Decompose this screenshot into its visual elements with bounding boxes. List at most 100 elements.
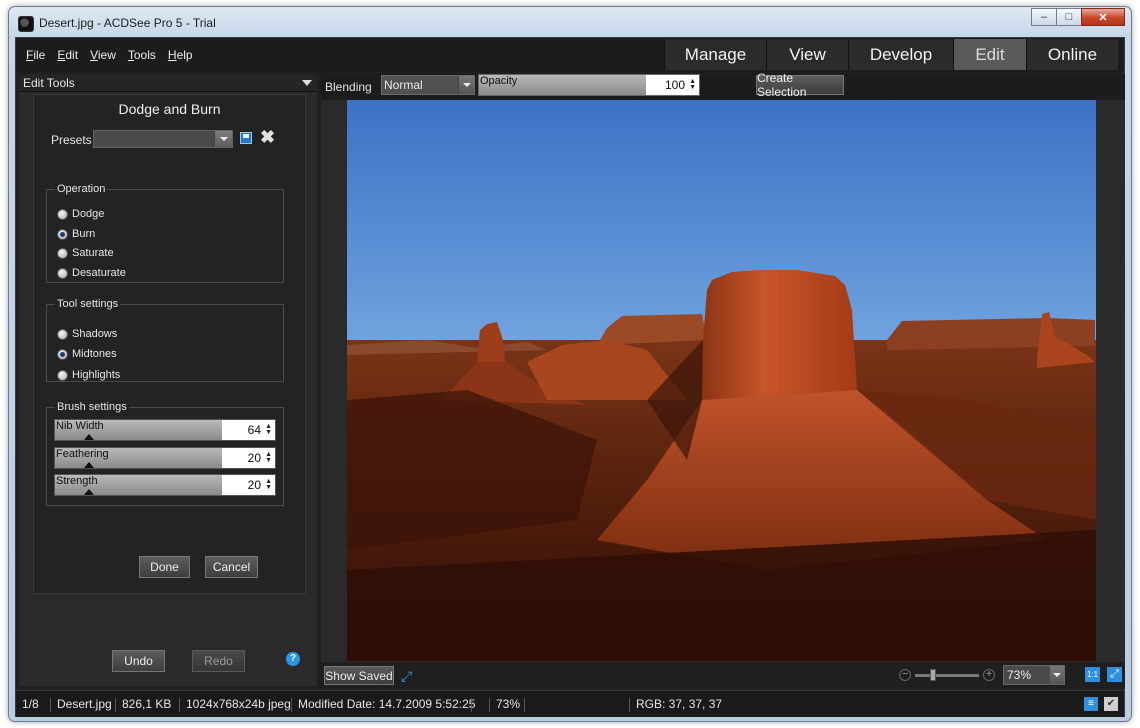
status-separator — [471, 698, 491, 712]
title-bar[interactable]: Desert.jpg - ACDSee Pro 5 - Trial – □ ✕ — [9, 7, 1131, 37]
tab-online[interactable]: Online — [1026, 39, 1118, 70]
radio-label: Highlights — [72, 369, 121, 381]
tool-title: Dodge and Burn — [118, 101, 221, 117]
tab-develop[interactable]: Develop — [848, 39, 953, 70]
acdsee-app-icon[interactable] — [18, 16, 34, 32]
presets-dropdown[interactable] — [93, 130, 233, 148]
menu-edit[interactable]: Edit — [57, 48, 78, 62]
menu-bar: File Edit View Tools Help Manage View De… — [16, 38, 1124, 72]
status-filesize: 826,1 KB — [115, 698, 171, 712]
spinner-icon[interactable]: ▲ ▼ — [265, 451, 272, 464]
tool-settings-group: Tool settings Shadows Midtones Highlight… — [46, 298, 284, 382]
radio-desaturate[interactable]: Desaturate — [57, 267, 126, 279]
cancel-button[interactable]: Cancel — [205, 556, 258, 578]
radio-button[interactable] — [57, 328, 68, 340]
zoom-value: 73% — [1007, 668, 1032, 682]
menu-file[interactable]: File — [26, 48, 45, 62]
menu-help[interactable]: Help — [168, 48, 193, 62]
tab-manage[interactable]: Manage — [664, 39, 766, 70]
opacity-slider[interactable]: Opacity 100 ▲ ▼ — [478, 74, 700, 96]
slider-knob[interactable] — [83, 462, 94, 468]
chevron-down-icon[interactable] — [1050, 666, 1064, 684]
expand-icon[interactable]: ⤢ — [401, 668, 412, 685]
blending-value: Normal — [384, 78, 423, 92]
radio-button[interactable] — [57, 348, 68, 360]
brush-settings-group: Brush settings Nib Width 64 ▲ ▼ Featherin… — [46, 401, 284, 506]
radio-label: Saturate — [72, 247, 114, 259]
status-rgb: RGB: 37, 37, 37 — [629, 698, 722, 712]
maximize-button[interactable]: □ — [1056, 8, 1082, 26]
menu-tools[interactable]: Tools — [128, 48, 156, 62]
radio-label: Burn — [72, 228, 96, 240]
radio-button[interactable] — [57, 369, 68, 381]
image-canvas[interactable] — [321, 100, 1125, 662]
zoom-slider-track[interactable] — [915, 674, 979, 677]
chevron-down-icon[interactable] — [214, 131, 232, 147]
canvas-bottom-bar: Show Saved ⤢ − + 73% 1:1 ⤢ — [321, 662, 1125, 688]
slider-label: Nib Width — [56, 420, 104, 432]
radio-midtones[interactable]: Midtones — [57, 348, 117, 360]
radio-dodge[interactable]: Dodge — [57, 208, 104, 220]
collapse-triangle-icon[interactable] — [302, 80, 312, 86]
zoom-in-icon[interactable]: + — [983, 669, 995, 681]
done-button[interactable]: Done — [139, 556, 190, 578]
show-saved-button[interactable]: Show Saved — [324, 666, 394, 685]
opacity-label: Opacity — [480, 75, 518, 87]
create-selection-button[interactable]: Create Selection — [756, 71, 844, 99]
chevron-down-icon[interactable] — [458, 76, 474, 94]
info-panel-icon[interactable]: ≡ — [1084, 697, 1098, 711]
tab-edit[interactable]: Edit — [953, 39, 1026, 70]
radio-burn[interactable]: Burn — [57, 228, 95, 240]
tab-view[interactable]: View — [766, 39, 848, 70]
operation-legend: Operation — [57, 183, 106, 195]
feathering-slider[interactable]: Feathering 20 ▲ ▼ — [54, 447, 276, 469]
save-preset-icon[interactable] — [240, 132, 252, 144]
radio-shadows[interactable]: Shadows — [57, 328, 117, 340]
radio-button[interactable] — [57, 247, 68, 259]
zoom-out-icon[interactable]: − — [899, 669, 911, 681]
blending-label: Blending — [325, 80, 372, 94]
slider-knob[interactable] — [83, 434, 94, 440]
zoom-slider-knob[interactable] — [930, 669, 936, 681]
mode-tabs: Manage View Develop Edit Online — [664, 39, 1118, 70]
radio-button[interactable] — [57, 228, 68, 240]
brush-settings-legend: Brush settings — [57, 401, 127, 413]
radio-button[interactable] — [57, 267, 68, 279]
strength-slider[interactable]: Strength 20 ▲ ▼ — [54, 474, 276, 496]
menu-view[interactable]: View — [90, 48, 116, 62]
tool-settings-legend: Tool settings — [57, 298, 119, 310]
spinner-icon[interactable]: ▲ ▼ — [265, 478, 272, 491]
help-icon[interactable]: ? — [286, 652, 300, 666]
app-client-area: File Edit View Tools Help Manage View De… — [15, 37, 1125, 717]
operation-group: Operation Dodge Burn Saturate Desaturate — [46, 183, 284, 283]
actual-size-icon[interactable]: 1:1 — [1085, 667, 1100, 682]
status-filename: Desert.jpg — [50, 698, 112, 712]
redo-button[interactable]: Redo — [192, 650, 245, 672]
status-index: 1/8 — [22, 697, 39, 711]
delete-preset-icon[interactable]: ✖ — [260, 128, 275, 146]
status-zoom: 73% — [489, 698, 520, 712]
slider-knob[interactable] — [83, 489, 94, 495]
fit-to-window-icon[interactable]: ⤢ — [1107, 667, 1122, 682]
radio-highlights[interactable]: Highlights — [57, 369, 120, 381]
edit-tools-header[interactable]: Edit Tools — [19, 74, 317, 92]
status-separator — [524, 698, 624, 712]
blending-dropdown[interactable]: Normal — [381, 75, 475, 95]
nib-width-slider[interactable]: Nib Width 64 ▲ ▼ — [54, 419, 276, 441]
checkmark-icon[interactable]: ✔ — [1104, 697, 1118, 711]
radio-label: Desaturate — [72, 267, 126, 279]
radio-label: Midtones — [72, 348, 117, 360]
desert-photo[interactable] — [347, 100, 1096, 661]
close-button[interactable]: ✕ — [1081, 8, 1125, 26]
undo-button[interactable]: Undo — [112, 650, 165, 672]
main-menu: File Edit View Tools Help — [26, 48, 205, 62]
radio-label: Dodge — [72, 208, 105, 220]
radio-saturate[interactable]: Saturate — [57, 247, 114, 259]
spinner-icon[interactable]: ▲ ▼ — [689, 78, 696, 91]
zoom-dropdown[interactable]: 73% — [1003, 665, 1065, 685]
radio-button[interactable] — [57, 208, 68, 220]
status-bar: 1/8 Desert.jpg 826,1 KB 1024x768x24b jpe… — [16, 690, 1124, 717]
spinner-icon[interactable]: ▲ ▼ — [265, 423, 272, 436]
minimize-button[interactable]: – — [1031, 8, 1057, 26]
edit-toolbar: Blending Normal Opacity 100 ▲ ▼ Create Se… — [321, 71, 1125, 100]
